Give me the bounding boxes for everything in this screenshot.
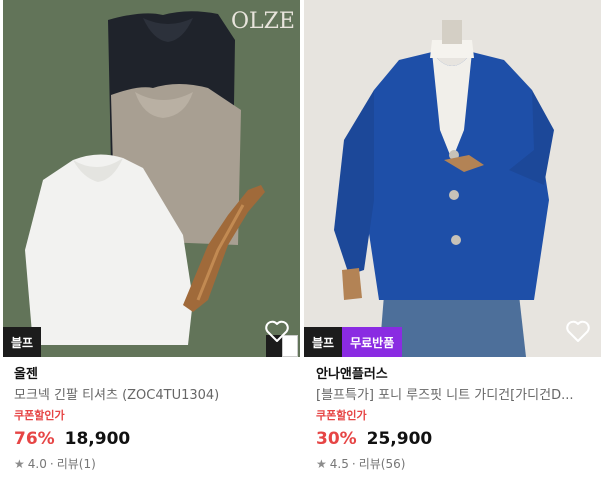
review-count: 리뷰(56) bbox=[358, 457, 406, 471]
price-row: 76% 18,900 bbox=[14, 425, 294, 453]
rating-row: ★ 4.5 · 리뷰(56) bbox=[316, 453, 596, 475]
review-count: 리뷰(1) bbox=[56, 457, 96, 471]
product-photo: OLZE bbox=[3, 0, 300, 357]
product-grid: OLZE 블프 올젠 모크넥 긴팔 티셔츠 (ZOC4TU1304) 쿠폰할인가… bbox=[0, 0, 601, 481]
product-name[interactable]: 모크넥 긴팔 티셔츠 (ZOC4TU1304) bbox=[14, 385, 289, 407]
rating-value: 4.5 bbox=[329, 457, 349, 471]
discount-rate: 76% bbox=[14, 429, 55, 449]
product-name[interactable]: [블프특가] 포니 루즈핏 니트 가디건[가디건D... bbox=[316, 385, 591, 407]
coupon-price-label: 쿠폰할인가 bbox=[316, 409, 367, 422]
badge-black-friday: 블프 bbox=[3, 327, 42, 357]
product-card[interactable]: OLZE 블프 올젠 모크넥 긴팔 티셔츠 (ZOC4TU1304) 쿠폰할인가… bbox=[0, 0, 300, 481]
rating-value: 4.0 bbox=[27, 457, 47, 471]
product-image[interactable]: 블프 무료반품 bbox=[304, 0, 601, 357]
rating-row: ★ 4.0 · 리뷰(1) bbox=[14, 453, 294, 475]
brand-name[interactable]: 올젠 bbox=[14, 365, 294, 385]
separator-dot: · bbox=[49, 457, 54, 471]
product-info: 안나앤플러스 [블프특가] 포니 루즈핏 니트 가디건[가디건D... 쿠폰할인… bbox=[316, 365, 596, 475]
price-row: 30% 25,900 bbox=[316, 425, 596, 453]
brand-watermark: OLZE bbox=[231, 9, 295, 34]
badge-group: 블프 bbox=[3, 327, 42, 357]
sale-price: 18,900 bbox=[64, 429, 131, 449]
badge-black-friday: 블프 bbox=[304, 327, 343, 357]
heart-icon[interactable] bbox=[565, 319, 591, 343]
star-icon: ★ bbox=[14, 457, 25, 471]
star-icon: ★ bbox=[316, 457, 327, 471]
coupon-price-label: 쿠폰할인가 bbox=[14, 409, 65, 422]
badge-free-return: 무료반품 bbox=[342, 327, 403, 357]
product-photo bbox=[304, 0, 601, 357]
product-info: 올젠 모크넥 긴팔 티셔츠 (ZOC4TU1304) 쿠폰할인가 76% 18,… bbox=[14, 365, 294, 475]
heart-icon[interactable] bbox=[264, 319, 290, 343]
discount-rate: 30% bbox=[316, 429, 357, 449]
product-card[interactable]: 블프 무료반품 안나앤플러스 [블프특가] 포니 루즈핏 니트 가디건[가디건D… bbox=[302, 0, 601, 481]
separator-dot: · bbox=[351, 457, 356, 471]
badge-group: 블프 무료반품 bbox=[304, 327, 403, 357]
brand-name[interactable]: 안나앤플러스 bbox=[316, 365, 596, 385]
product-image[interactable]: OLZE 블프 bbox=[3, 0, 300, 357]
sale-price: 25,900 bbox=[366, 429, 433, 449]
